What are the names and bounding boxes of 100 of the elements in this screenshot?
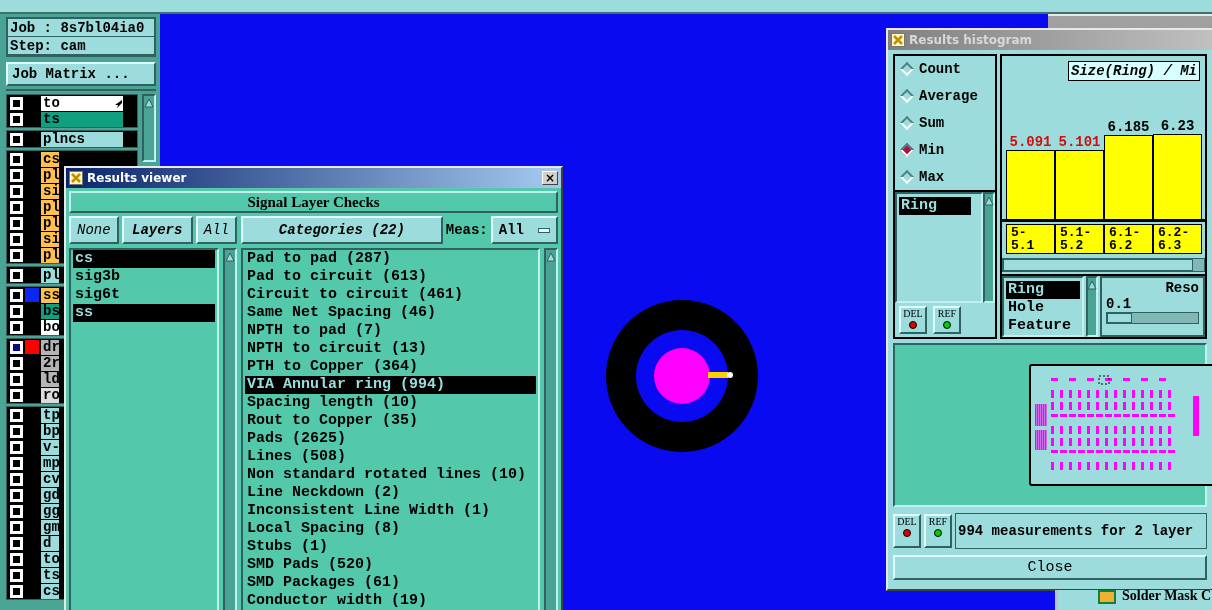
layer-item[interactable]: cs — [73, 250, 215, 268]
layer-name[interactable]: ts — [41, 567, 59, 583]
layer-name[interactable]: dr — [41, 339, 59, 355]
layer-name[interactable]: to — [41, 551, 59, 567]
layer-name[interactable]: tp — [41, 407, 59, 423]
scrollbar[interactable] — [544, 248, 558, 610]
horizontal-scrollbar[interactable] — [1002, 258, 1205, 272]
layer-name[interactable]: d — [41, 535, 59, 551]
delete-button[interactable]: DEL — [893, 514, 921, 548]
layer-name[interactable]: pl — [41, 267, 59, 283]
histogram-bar[interactable] — [1104, 134, 1153, 219]
mode-radio[interactable]: Min — [899, 141, 991, 159]
category-item[interactable]: NPTH to circuit (13) — [245, 340, 536, 358]
category-item[interactable]: Lines (508) — [245, 448, 536, 466]
layer-name[interactable]: gd — [41, 487, 59, 503]
layer-checkbox[interactable] — [10, 504, 23, 518]
mode-radio[interactable]: Count — [899, 60, 991, 78]
mode-radio[interactable]: Sum — [899, 114, 991, 132]
layer-name[interactable]: cs — [41, 583, 59, 599]
category-item[interactable]: Line Neckdown (2) — [245, 484, 536, 502]
layer-checkbox[interactable] — [10, 232, 23, 246]
reference-button[interactable]: REF — [933, 306, 961, 334]
layer-name[interactable]: cv — [41, 471, 59, 487]
close-button[interactable]: × — [542, 171, 558, 185]
layer-name[interactable]: bo — [41, 319, 59, 335]
reference-button[interactable]: REF — [924, 514, 952, 548]
layer-checkbox[interactable] — [10, 340, 23, 354]
category-item[interactable]: VIA Annular ring (994) — [245, 376, 536, 394]
category-item[interactable]: Non standard rotated lines (10) — [245, 466, 536, 484]
attribute-item[interactable]: Ring — [899, 197, 971, 215]
layer-name[interactable]: gm — [41, 519, 59, 535]
resolution-slider[interactable] — [1106, 311, 1199, 324]
select-none-button[interactable]: None — [69, 216, 119, 244]
layer-checkbox[interactable] — [10, 552, 23, 566]
scrollbar[interactable] — [1086, 275, 1098, 337]
layer-name[interactable]: plncs — [41, 131, 123, 147]
layer-name[interactable]: gg — [41, 503, 59, 519]
layer-name[interactable]: pl — [41, 167, 59, 183]
layer-checkbox[interactable] — [10, 112, 23, 126]
category-item[interactable]: Conductor width (19) — [245, 592, 536, 610]
layer-checkbox[interactable] — [10, 440, 23, 454]
category-item[interactable]: NPTH to pad (7) — [245, 322, 536, 340]
scroll-up-icon[interactable] — [546, 252, 556, 262]
layer-name[interactable]: mp — [41, 455, 59, 471]
measure-item[interactable]: Hole — [1006, 298, 1080, 317]
measure-item[interactable]: Ring — [1006, 280, 1080, 299]
category-item[interactable]: Pad to pad (287) — [245, 250, 536, 268]
category-item[interactable]: Spacing length (10) — [245, 394, 536, 412]
layer-checkbox[interactable] — [10, 96, 23, 110]
histogram-bar[interactable] — [1055, 149, 1104, 219]
layer-name[interactable]: bs — [41, 303, 59, 319]
layer-name[interactable]: si — [41, 231, 59, 247]
layer-checkbox[interactable] — [10, 268, 23, 282]
layer-checkbox[interactable] — [10, 248, 23, 262]
categories-button[interactable]: Categories (22) — [241, 216, 443, 244]
layer-name[interactable]: bp — [41, 423, 59, 439]
category-item[interactable]: Pads (2625) — [245, 430, 536, 448]
scroll-up-icon[interactable] — [225, 252, 235, 262]
layer-checkbox[interactable] — [10, 568, 23, 582]
layer-name[interactable]: ld — [41, 371, 59, 387]
layers-button[interactable]: Layers — [121, 216, 193, 244]
layer-name[interactable]: si — [41, 183, 59, 199]
delete-button[interactable]: DEL — [899, 306, 927, 334]
layer-name[interactable]: pl — [41, 199, 59, 215]
layer-checkbox[interactable] — [10, 168, 23, 182]
scrollbar[interactable] — [223, 248, 237, 610]
histogram-bar[interactable] — [1153, 134, 1202, 219]
layer-checkbox[interactable] — [10, 304, 23, 318]
measure-item[interactable]: Feature — [1006, 316, 1080, 335]
scroll-up-icon[interactable] — [984, 196, 994, 206]
layer-checkbox[interactable] — [10, 372, 23, 386]
category-item[interactable]: Rout to Copper (35) — [245, 412, 536, 430]
layer-item[interactable]: sig6t — [73, 286, 215, 304]
layer-checkbox[interactable] — [10, 408, 23, 422]
slider-thumb[interactable] — [1107, 312, 1132, 323]
category-item[interactable]: SMD Pads (520) — [245, 556, 536, 574]
category-item[interactable]: Circuit to circuit (461) — [245, 286, 536, 304]
category-item[interactable]: PTH to Copper (364) — [245, 358, 536, 376]
layer-name[interactable]: ss — [41, 287, 59, 303]
category-item[interactable]: Same Net Spacing (46) — [245, 304, 536, 322]
select-all-button[interactable]: All — [195, 216, 237, 244]
layer-checkbox[interactable] — [10, 536, 23, 550]
category-item[interactable]: SMD Packages (61) — [245, 574, 536, 592]
layer-checkbox[interactable] — [10, 152, 23, 166]
layer-name[interactable]: pl — [41, 215, 59, 231]
layer-checkbox[interactable] — [10, 200, 23, 214]
layer-checkbox[interactable] — [10, 288, 23, 302]
layer-name[interactable]: 2r — [41, 355, 59, 371]
layer-checkbox[interactable] — [10, 356, 23, 370]
category-item[interactable]: Inconsistent Line Width (1) — [245, 502, 536, 520]
scrollbar[interactable] — [983, 192, 995, 303]
layer-name[interactable]: v- — [41, 439, 59, 455]
layer-checkbox[interactable] — [10, 132, 23, 146]
layer-name[interactable]: pl — [41, 247, 59, 263]
category-item[interactable]: Stubs (1) — [245, 538, 536, 556]
layer-name[interactable]: ro — [41, 387, 59, 403]
category-item[interactable]: Local Spacing (8) — [245, 520, 536, 538]
histogram-bar[interactable] — [1006, 149, 1055, 219]
layer-checkbox[interactable] — [10, 472, 23, 486]
layer-name[interactable]: to — [41, 95, 123, 111]
